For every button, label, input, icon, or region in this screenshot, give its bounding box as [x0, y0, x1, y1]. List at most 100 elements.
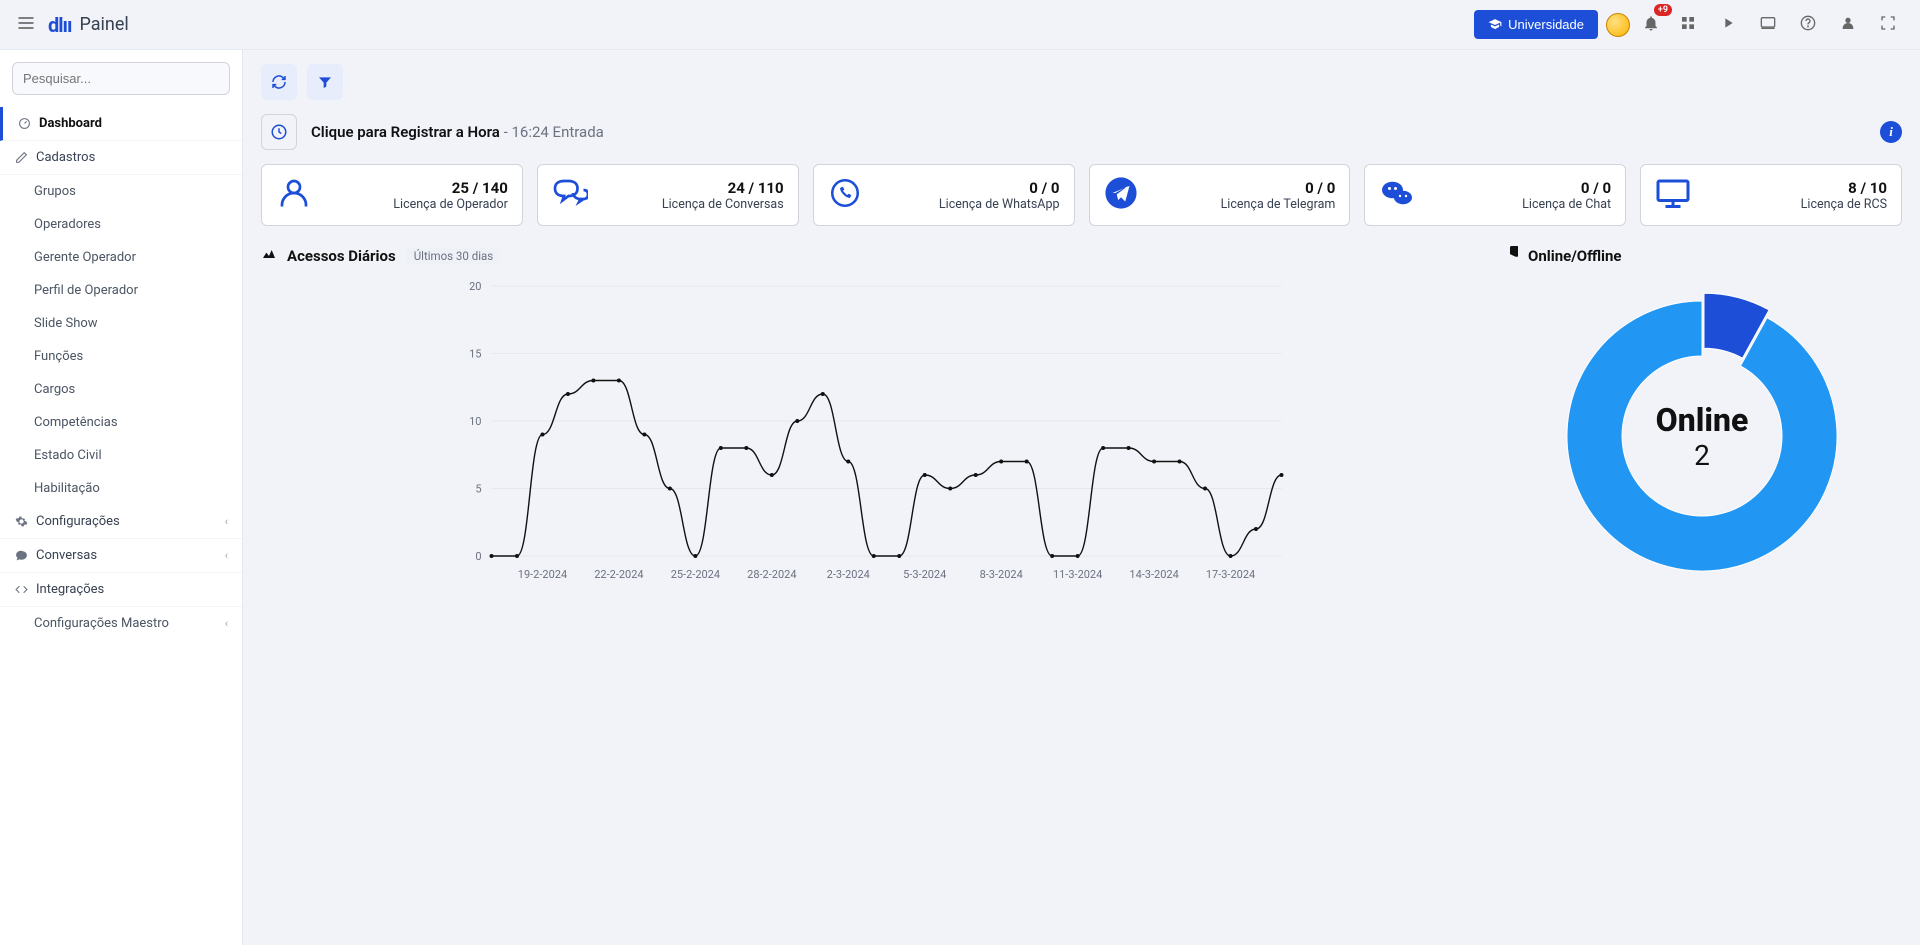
- sidebar-item-label: Integrações: [36, 582, 104, 597]
- donut-center: Online 2: [1656, 401, 1749, 472]
- code-icon: [14, 583, 28, 596]
- svg-text:8-3-2024: 8-3-2024: [980, 568, 1023, 581]
- sidebar-item-integracoes[interactable]: Integrações: [0, 573, 242, 607]
- sidebar-sub-competencias[interactable]: Competências: [0, 406, 242, 439]
- license-card-user: 25 / 140Licença de Operador: [261, 164, 523, 226]
- card-label: Licença de Chat: [1425, 197, 1611, 212]
- grid-apps-button[interactable]: [1672, 7, 1704, 43]
- svg-text:19-2-2024: 19-2-2024: [518, 568, 567, 581]
- chat-icon: [14, 549, 28, 562]
- chevron-left-icon: ‹: [225, 549, 228, 562]
- fullscreen-button[interactable]: [1872, 7, 1904, 43]
- sidebar-sub-config-maestro[interactable]: Configurações Maestro ‹: [0, 607, 242, 640]
- svg-text:0: 0: [475, 550, 481, 563]
- clock-register-button[interactable]: [261, 114, 297, 150]
- line-chart-panel: Acessos Diários Últimos 30 dias 0 5 10 15 20…: [261, 246, 1482, 596]
- card-value: 0 / 0: [1148, 179, 1336, 197]
- line-chart-title: Acessos Diários: [287, 247, 396, 265]
- play-button[interactable]: [1712, 7, 1744, 43]
- card-value: 24 / 110: [598, 179, 784, 197]
- gear-icon: [14, 515, 28, 528]
- svg-text:11-3-2024: 11-3-2024: [1053, 568, 1102, 581]
- sidebar-item-label: Configurações: [36, 514, 120, 529]
- sidebar-sub-slide-show[interactable]: Slide Show: [0, 307, 242, 340]
- sidebar: Dashboard Cadastros Grupos Operadores Ge…: [0, 50, 243, 945]
- wechat-icon: [1379, 175, 1415, 215]
- sidebar-item-label: Conversas: [36, 548, 97, 563]
- main-content: Clique para Registrar a Hora - 16:24 Ent…: [243, 50, 1920, 945]
- universidade-label: Universidade: [1508, 17, 1584, 32]
- line-chart-badge: Últimos 30 dias: [406, 247, 502, 265]
- license-card-wechat: 0 / 0Licença de Chat: [1364, 164, 1626, 226]
- universidade-button[interactable]: Universidade: [1474, 10, 1598, 39]
- sidebar-sub-funcoes[interactable]: Funções: [0, 340, 242, 373]
- pie-chart-icon: [1502, 246, 1518, 266]
- edit-icon: [14, 151, 28, 164]
- card-value: 0 / 0: [872, 179, 1060, 197]
- card-label: Licença de WhatsApp: [872, 197, 1060, 212]
- whatsapp-icon: [828, 176, 862, 214]
- svg-text:5: 5: [475, 483, 481, 496]
- sidebar-item-conversas[interactable]: Conversas ‹: [0, 539, 242, 573]
- menu-toggle-button[interactable]: [16, 13, 36, 37]
- svg-text:25-2-2024: 25-2-2024: [671, 568, 720, 581]
- clock-text: Clique para Registrar a Hora - 16:24 Ent…: [311, 123, 604, 141]
- brand: dlıı Painel: [48, 13, 129, 37]
- sidebar-sub-operadores[interactable]: Operadores: [0, 208, 242, 241]
- sidebar-item-configuracoes[interactable]: Configurações ‹: [0, 505, 242, 539]
- svg-text:20: 20: [469, 280, 481, 293]
- card-label: Licença de Operador: [322, 197, 508, 212]
- svg-text:14-3-2024: 14-3-2024: [1129, 568, 1178, 581]
- search-input[interactable]: [12, 62, 230, 95]
- brand-logo: dlıı: [48, 13, 71, 37]
- license-card-monitor: 8 / 10Licença de RCS: [1640, 164, 1902, 226]
- play-icon: [1720, 15, 1736, 31]
- filter-button[interactable]: [307, 64, 343, 100]
- sidebar-sub-gerente-operador[interactable]: Gerente Operador: [0, 241, 242, 274]
- user-icon: [276, 175, 312, 215]
- filter-icon: [317, 74, 333, 90]
- sidebar-sub-perfil-operador[interactable]: Perfil de Operador: [0, 274, 242, 307]
- page-title: Painel: [79, 14, 128, 35]
- license-cards-row: 25 / 140Licença de Operador24 / 110Licen…: [261, 164, 1902, 226]
- svg-text:10: 10: [469, 415, 481, 428]
- help-button[interactable]: [1792, 7, 1824, 43]
- grad-cap-icon: [1488, 18, 1502, 32]
- card-value: 0 / 0: [1425, 179, 1611, 197]
- topbar: dlıı Painel Universidade +9: [0, 0, 1920, 50]
- refresh-icon: [271, 74, 287, 90]
- grid-icon: [1680, 15, 1696, 31]
- sidebar-item-label: Dashboard: [39, 116, 102, 131]
- refresh-button[interactable]: [261, 64, 297, 100]
- notifications-badge: +9: [1654, 4, 1672, 16]
- messages-icon: [552, 175, 588, 215]
- card-label: Licença de Conversas: [598, 197, 784, 212]
- sidebar-item-dashboard[interactable]: Dashboard: [0, 107, 242, 141]
- svg-text:15: 15: [469, 348, 481, 361]
- svg-text:28-2-2024: 28-2-2024: [747, 568, 796, 581]
- user-icon: [1840, 15, 1856, 31]
- svg-text:22-2-2024: 22-2-2024: [594, 568, 643, 581]
- monitor-icon: [1655, 175, 1691, 215]
- license-card-whatsapp: 0 / 0Licença de WhatsApp: [813, 164, 1075, 226]
- expand-icon: [1880, 15, 1896, 31]
- sidebar-sub-habilitacao[interactable]: Habilitação: [0, 472, 242, 505]
- donut-chart-panel: Online/Offline Online 2: [1502, 246, 1902, 596]
- sidebar-sub-cargos[interactable]: Cargos: [0, 373, 242, 406]
- display-icon: [1760, 15, 1776, 31]
- coin-icon[interactable]: [1606, 13, 1630, 37]
- sidebar-item-cadastros[interactable]: Cadastros: [0, 141, 242, 175]
- sidebar-item-label: Cadastros: [36, 150, 95, 165]
- notifications-button[interactable]: +9: [1638, 10, 1664, 40]
- hamburger-icon: [16, 13, 36, 33]
- user-button[interactable]: [1832, 7, 1864, 43]
- sidebar-sub-estado-civil[interactable]: Estado Civil: [0, 439, 242, 472]
- svg-text:2-3-2024: 2-3-2024: [827, 568, 870, 581]
- display-button[interactable]: [1752, 7, 1784, 43]
- sidebar-sub-grupos[interactable]: Grupos: [0, 175, 242, 208]
- line-chart: 0 5 10 15 20 19-2-2024 22-2-2024 25-2-2024 28-2-…: [261, 276, 1482, 586]
- svg-text:5-3-2024: 5-3-2024: [903, 568, 946, 581]
- bell-icon: [1642, 14, 1660, 32]
- info-button[interactable]: i: [1880, 121, 1902, 143]
- clock-icon: [270, 123, 288, 141]
